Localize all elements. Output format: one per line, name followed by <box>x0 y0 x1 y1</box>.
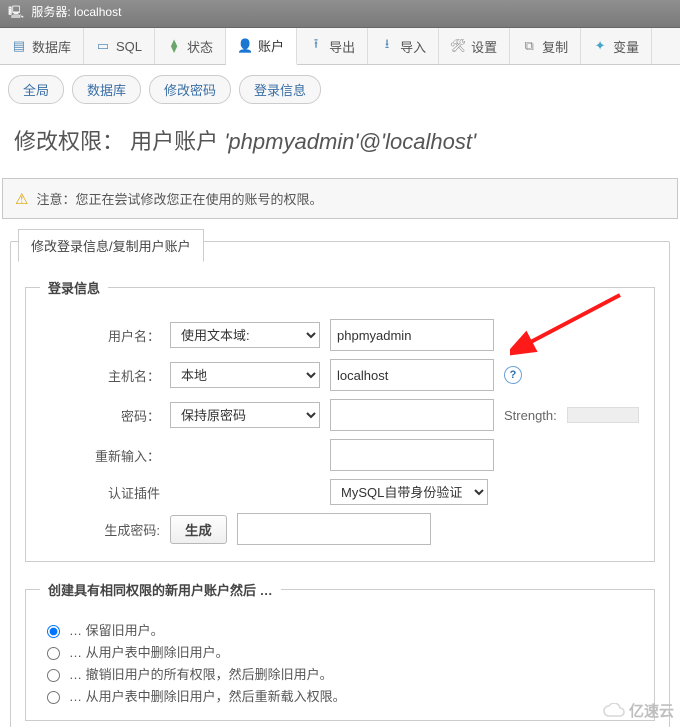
clone-option-label: … 撤销旧用户的所有权限，然后删除旧用户。 <box>69 664 333 683</box>
clone-radio-delete[interactable] <box>47 647 60 660</box>
vars-icon: ✦ <box>593 39 607 53</box>
clone-option-delete[interactable]: … 从用户表中删除旧用户。 <box>42 642 638 661</box>
generate-label: 生成密码: <box>40 520 160 539</box>
tab-accounts[interactable]: 👤 账户 <box>226 28 297 65</box>
sql-icon: ▭ <box>96 39 110 53</box>
clone-options: … 保留旧用户。 … 从用户表中删除旧用户。 … 撤销旧用户的所有权限，然后删除… <box>40 613 640 712</box>
row-retype: 重新输入： <box>40 439 640 471</box>
watermark: 亿速云 <box>603 700 674 721</box>
tab-export[interactable]: ⭱ 导出 <box>297 28 368 64</box>
cloud-icon <box>603 703 625 719</box>
page-title: 修改权限： 用户账户 'phpmyadmin'@'localhost' <box>14 124 666 156</box>
password-mode-select[interactable]: 保持原密码 <box>170 402 320 428</box>
row-auth-plugin: 认证插件 MySQL自带身份验证 <box>40 479 640 505</box>
clone-radio-revoke[interactable] <box>47 669 60 682</box>
chip-change-password[interactable]: 修改密码 <box>149 75 231 104</box>
tab-settings[interactable]: 🛠 设置 <box>439 28 510 64</box>
import-icon: ⭳ <box>380 39 394 53</box>
tab-label: 设置 <box>471 37 497 56</box>
clone-user-legend: 创建具有相同权限的新用户账户然后 … <box>40 580 281 599</box>
export-icon: ⭱ <box>309 39 323 53</box>
tab-status[interactable]: ⧫ 状态 <box>155 28 226 64</box>
auth-label: 认证插件 <box>40 483 160 502</box>
tab-label: 导出 <box>329 37 355 56</box>
strength-meter <box>567 407 639 423</box>
row-password: 密码： 保持原密码 Strength: <box>40 399 640 431</box>
auth-plugin-select[interactable]: MySQL自带身份验证 <box>330 479 488 505</box>
username-label: 用户名： <box>40 326 160 345</box>
login-info-fieldset: 登录信息 用户名： 使用文本域: 主机名： 本地 ? 密码： 保持原密码 Str… <box>25 278 655 562</box>
title-account: 'phpmyadmin'@'localhost' <box>224 129 476 154</box>
server-prefix: 服务器: <box>31 5 70 19</box>
clone-option-label: … 保留旧用户。 <box>69 620 164 639</box>
db-icon: ▤ <box>12 39 26 53</box>
login-info-legend: 登录信息 <box>40 278 108 297</box>
clone-option-keep[interactable]: … 保留旧用户。 <box>42 620 638 639</box>
username-mode-select[interactable]: 使用文本域: <box>170 322 320 348</box>
server-icon: 🖳 <box>8 5 24 19</box>
tab-replication[interactable]: ⧉ 复制 <box>510 28 581 64</box>
tab-label: 导入 <box>400 37 426 56</box>
chip-global[interactable]: 全局 <box>8 75 64 104</box>
warning-icon: ⚠ <box>15 190 28 208</box>
tab-import[interactable]: ⭳ 导入 <box>368 28 439 64</box>
clone-user-fieldset: 创建具有相同权限的新用户账户然后 … … 保留旧用户。 … 从用户表中删除旧用户… <box>25 580 655 721</box>
tab-label: 复制 <box>542 37 568 56</box>
clone-option-label: … 从用户表中删除旧用户。 <box>69 642 229 661</box>
tab-variables[interactable]: ✦ 变量 <box>581 28 652 64</box>
row-host: 主机名： 本地 ? <box>40 359 640 391</box>
clone-option-label: … 从用户表中删除旧用户，然后重新载入权限。 <box>69 686 346 705</box>
server-bar: 🖳 服务器: localhost <box>0 0 680 28</box>
tab-label: 数据库 <box>32 37 71 56</box>
tab-label: SQL <box>116 39 142 54</box>
tab-label: 变量 <box>613 37 639 56</box>
copy-icon: ⧉ <box>522 39 536 53</box>
clone-option-revoke[interactable]: … 撤销旧用户的所有权限，然后删除旧用户。 <box>42 664 638 683</box>
row-username: 用户名： 使用文本域: <box>40 319 640 351</box>
account-icon: 👤 <box>238 39 252 53</box>
server-name: localhost <box>74 5 121 19</box>
tab-label: 状态 <box>187 37 213 56</box>
generated-password-input[interactable] <box>237 513 431 545</box>
tab-label: 账户 <box>258 36 284 55</box>
sub-nav: 全局 数据库 修改密码 登录信息 <box>0 65 680 114</box>
username-input[interactable] <box>330 319 494 351</box>
status-icon: ⧫ <box>167 39 181 53</box>
host-input[interactable] <box>330 359 494 391</box>
title-lead: 修改权限： 用户账户 <box>14 129 224 154</box>
generate-button[interactable]: 生成 <box>170 515 227 544</box>
host-label: 主机名： <box>40 366 160 385</box>
top-nav: ▤ 数据库 ▭ SQL ⧫ 状态 👤 账户 ⭱ 导出 ⭳ 导入 🛠 设置 ⧉ 复制 ✦ 变量 <box>0 28 680 65</box>
password-label: 密码： <box>40 406 160 425</box>
strength-label: Strength: <box>504 408 557 423</box>
retype-label: 重新输入： <box>40 446 160 465</box>
tab-sql[interactable]: ▭ SQL <box>84 28 155 64</box>
clone-radio-keep[interactable] <box>47 625 60 638</box>
watermark-text: 亿速云 <box>629 700 674 721</box>
clone-radio-reload[interactable] <box>47 691 60 704</box>
host-mode-select[interactable]: 本地 <box>170 362 320 388</box>
help-icon[interactable]: ? <box>504 366 522 384</box>
chip-database[interactable]: 数据库 <box>72 75 141 104</box>
tab-databases[interactable]: ▤ 数据库 <box>0 28 84 64</box>
settings-icon: 🛠 <box>451 39 465 53</box>
row-generate: 生成密码: 生成 <box>40 513 640 545</box>
password-input[interactable] <box>330 399 494 431</box>
chip-login-info[interactable]: 登录信息 <box>239 75 321 104</box>
card-header: 修改登录信息/复制用户账户 <box>18 229 204 262</box>
login-card: 修改登录信息/复制用户账户 登录信息 用户名： 使用文本域: 主机名： 本地 ?… <box>10 241 670 727</box>
clone-option-reload[interactable]: … 从用户表中删除旧用户，然后重新载入权限。 <box>42 686 638 705</box>
retype-input[interactable] <box>330 439 494 471</box>
notice-text: 注意：您正在尝试修改您正在使用的账号的权限。 <box>36 189 322 208</box>
notice-banner: ⚠ 注意：您正在尝试修改您正在使用的账号的权限。 <box>2 178 678 219</box>
